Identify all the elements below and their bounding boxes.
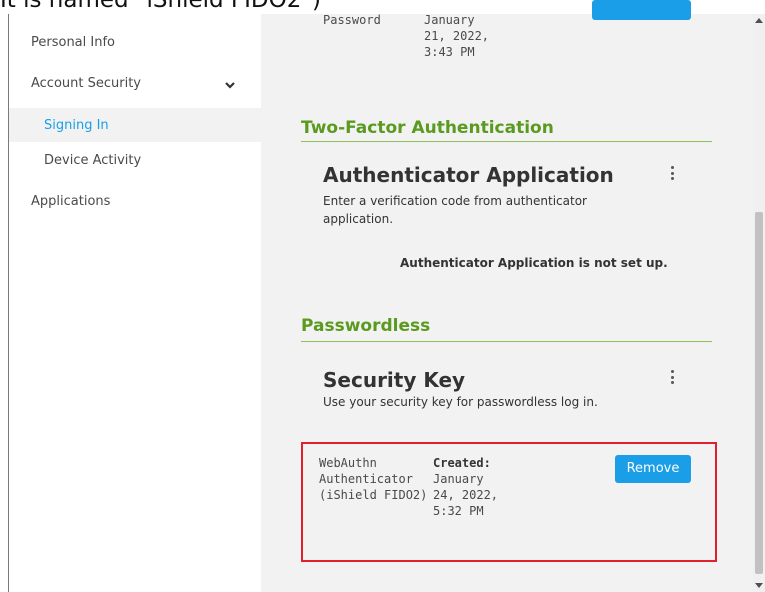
authenticator-desc-line2: application. [323, 212, 394, 226]
authenticator-more-icon[interactable] [670, 166, 674, 180]
password-label: Password [323, 13, 381, 27]
security-key-more-icon[interactable] [670, 370, 674, 384]
sidebar-item-personal-info[interactable]: Personal Info [31, 35, 115, 50]
sidebar-item-signing-in[interactable]: Signing In [44, 118, 109, 133]
device-name-line3: (iShield FIDO2) [319, 488, 428, 502]
security-key-description: Use your security key for passwordless l… [323, 395, 598, 409]
device-name: WebAuthn Authenticator (iShield FIDO2) [319, 455, 427, 503]
scroll-down-icon[interactable] [755, 583, 763, 588]
device-created: Created: January 24, 2022, 5:32 PM [433, 455, 498, 519]
passwordless-divider [301, 341, 712, 342]
sidebar-item-device-activity[interactable]: Device Activity [44, 153, 141, 168]
password-date: January 21, 2022, 3:43 PM [424, 12, 489, 60]
chevron-down-icon[interactable] [223, 80, 237, 90]
authenticator-status-text: Authenticator Application is not set up. [400, 256, 668, 270]
two-factor-divider [301, 141, 712, 142]
sidebar: Personal Info Account Security Signing I… [9, 14, 261, 592]
password-date-line2: 21, 2022, [424, 29, 490, 43]
sidebar-item-account-security[interactable]: Account Security [31, 76, 141, 91]
device-created-line2: 24, 2022, [433, 488, 499, 502]
device-name-line2: Authenticator [319, 472, 413, 486]
vertical-scrollbar[interactable] [753, 14, 765, 592]
caption-text: It is named "iShield FIDO2") [0, 0, 321, 13]
passwordless-section-title: Passwordless [301, 316, 431, 336]
device-created-label: Created: [433, 456, 491, 470]
password-change-button[interactable] [592, 0, 691, 20]
security-key-title: Security Key [323, 368, 466, 392]
password-date-line1: January [424, 13, 475, 27]
main-content: Password January 21, 2022, 3:43 PM Two-F… [261, 0, 753, 592]
remove-button[interactable]: Remove [615, 455, 691, 483]
sidebar-item-applications[interactable]: Applications [31, 194, 110, 209]
scrollbar-thumb[interactable] [755, 212, 763, 574]
scroll-up-icon[interactable] [755, 18, 763, 23]
device-created-line3: 5:32 PM [433, 504, 484, 518]
two-factor-section-title: Two-Factor Authentication [301, 118, 554, 138]
password-date-line3: 3:43 PM [424, 45, 475, 59]
authenticator-app-description: Enter a verification code from authentic… [323, 192, 587, 228]
authenticator-desc-line1: Enter a verification code from authentic… [323, 194, 587, 208]
device-name-line1: WebAuthn [319, 456, 377, 470]
authenticator-app-title: Authenticator Application [323, 163, 614, 187]
device-created-line1: January [433, 472, 484, 486]
